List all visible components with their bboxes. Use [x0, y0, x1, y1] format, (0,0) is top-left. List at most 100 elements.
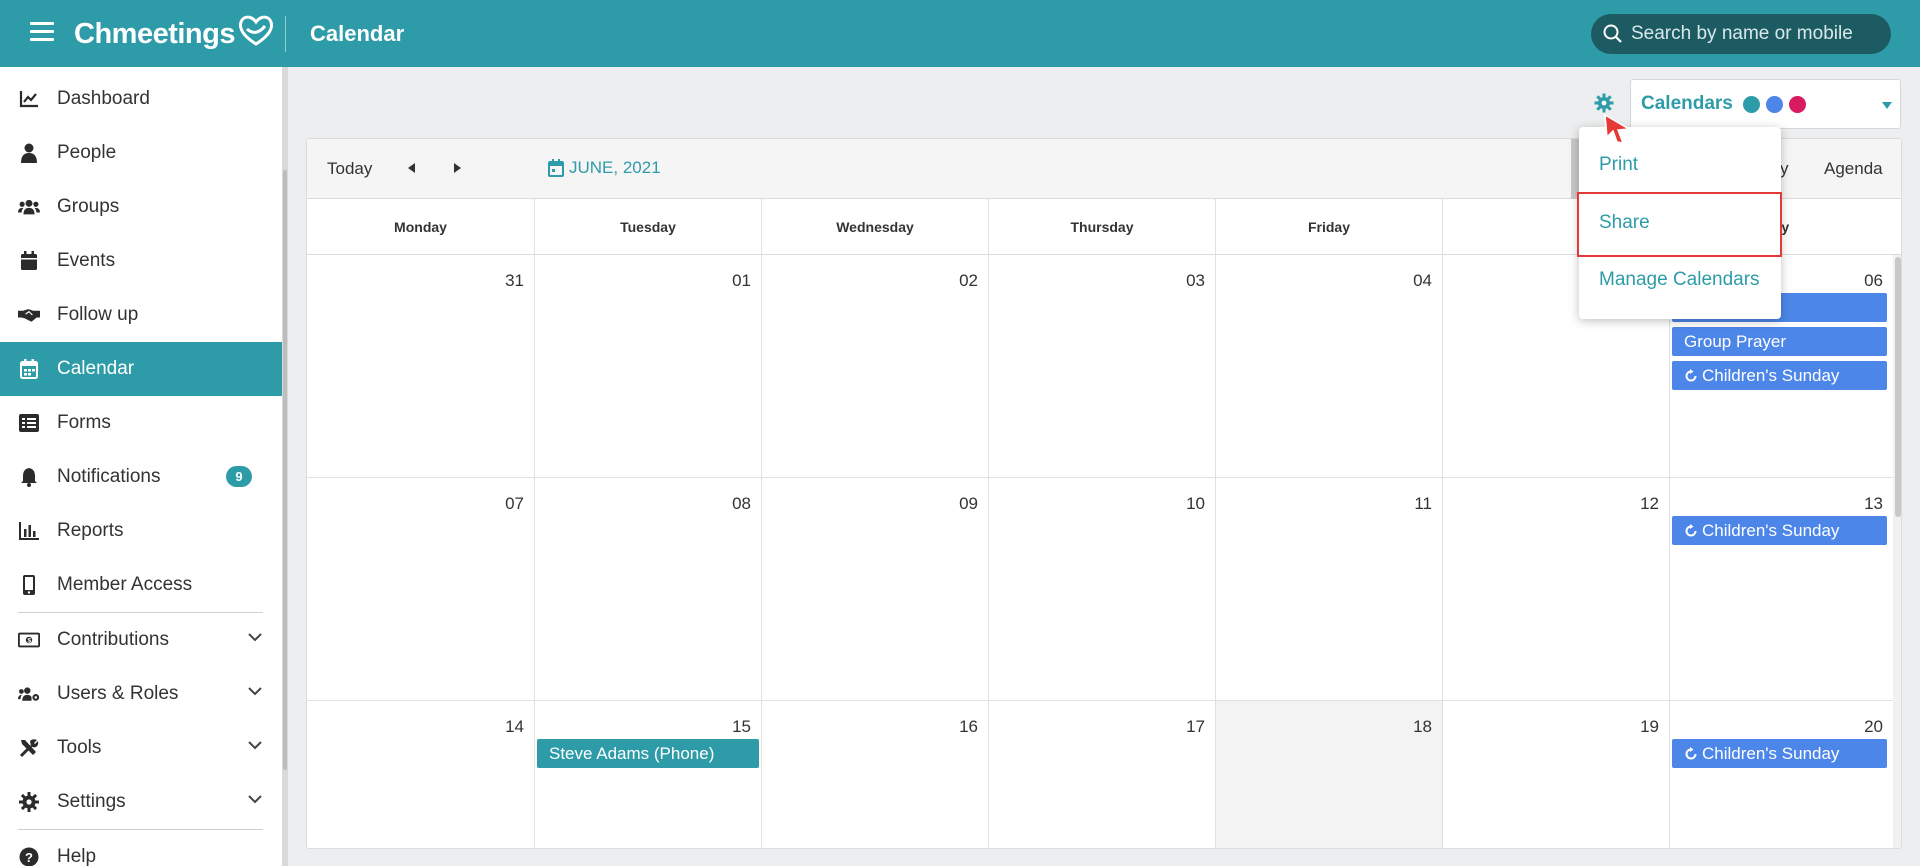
sidebar-item-help[interactable]: ? Help: [0, 830, 282, 866]
calendar-event[interactable]: Steve Adams (Phone): [537, 739, 759, 768]
agenda-view-button[interactable]: Agenda: [1824, 159, 1883, 179]
calendar-color-dot: [1742, 95, 1760, 113]
day-cell[interactable]: 14: [307, 701, 534, 848]
sidebar-item-calendar[interactable]: Calendar: [0, 342, 282, 396]
day-cell[interactable]: 15 Steve Adams (Phone): [534, 701, 761, 848]
users-cog-icon: [18, 683, 40, 705]
calendar-color-dots: [1737, 95, 1806, 113]
weekday-header: Friday: [1215, 199, 1442, 255]
day-cell[interactable]: 01: [534, 255, 761, 478]
day-cell[interactable]: 07: [307, 478, 534, 701]
brand-logo[interactable]: Chmeetings: [74, 15, 275, 52]
calendar-event[interactable]: Children's Sunday: [1672, 516, 1887, 545]
sidebar-item-label: Contributions: [57, 629, 169, 650]
person-icon: [18, 142, 40, 164]
previous-arrow-icon[interactable]: [408, 163, 416, 173]
day-number: 11: [1414, 494, 1432, 513]
sidebar-item-groups[interactable]: Groups: [0, 180, 282, 234]
page-title: Calendar: [310, 21, 405, 46]
day-cell[interactable]: 03: [988, 255, 1215, 478]
event-title: Children's Sunday: [1702, 743, 1840, 763]
sidebar-item-label: Follow up: [57, 304, 139, 325]
chevron-down-icon: [248, 795, 262, 804]
hamburger-menu-icon[interactable]: [30, 22, 54, 42]
day-cell[interactable]: 16: [761, 701, 988, 848]
calendar-icon: [548, 159, 564, 177]
weekday-header: Tuesday: [534, 199, 761, 255]
chevron-down-icon: [248, 741, 262, 750]
next-arrow-icon[interactable]: [453, 163, 461, 173]
sidebar-item-follow-up[interactable]: Follow up: [0, 288, 282, 342]
calendar-settings-gear-icon[interactable]: [1594, 93, 1614, 113]
day-number: 17: [1186, 717, 1205, 736]
day-number: 31: [505, 271, 524, 290]
event-title: Group Prayer: [1684, 331, 1787, 351]
day-cell[interactable]: 20 Children's Sunday: [1669, 701, 1893, 848]
sidebar-item-label: Member Access: [57, 574, 193, 595]
day-cell[interactable]: 09: [761, 478, 988, 701]
notification-count-badge: 9: [226, 466, 252, 487]
sidebar-item-member-access[interactable]: Member Access: [0, 558, 282, 612]
view-button-partial[interactable]: y: [1780, 159, 1789, 179]
sidebar-item-events[interactable]: Events: [0, 234, 282, 288]
day-cell[interactable]: 02: [761, 255, 988, 478]
calendar-event[interactable]: Group Prayer: [1672, 327, 1887, 356]
day-cell[interactable]: 11: [1215, 478, 1442, 701]
sidebar-item-label: People: [57, 142, 117, 163]
menu-item-manage-calendars[interactable]: Manage Calendars: [1599, 269, 1760, 291]
sidebar-item-users-roles[interactable]: Users & Roles: [0, 667, 282, 721]
calendar-scrollbar-thumb[interactable]: [1895, 257, 1901, 517]
handshake-icon: [18, 304, 40, 326]
sidebar-item-settings[interactable]: Settings: [0, 775, 282, 829]
heart-chat-icon: [238, 15, 273, 46]
month-grid: 31 01 02 03 04 06 Group Prayer Children's Sunda…: [307, 255, 1901, 848]
day-cell[interactable]: 17: [988, 701, 1215, 848]
calendar-event[interactable]: Children's Sunday: [1672, 739, 1887, 768]
day-number: 09: [959, 494, 978, 513]
gear-icon: [18, 791, 40, 813]
day-cell[interactable]: 31: [307, 255, 534, 478]
day-cell[interactable]: 08: [534, 478, 761, 701]
day-number: 01: [732, 271, 751, 290]
mobile-icon: [18, 574, 40, 596]
recurring-icon: [1685, 523, 1697, 536]
search-box[interactable]: [1591, 14, 1891, 54]
day-number: 13: [1864, 494, 1883, 513]
sidebar-item-notifications[interactable]: Notifications 9: [0, 450, 282, 504]
day-cell[interactable]: 18: [1215, 701, 1442, 848]
sidebar-item-label: Users & Roles: [57, 683, 179, 704]
day-cell[interactable]: 12: [1442, 478, 1669, 701]
chevron-down-icon: [248, 687, 262, 696]
sidebar-item-label: Events: [57, 250, 116, 271]
month-picker[interactable]: JUNE, 2021: [548, 158, 661, 178]
day-cell[interactable]: 04: [1215, 255, 1442, 478]
weekday-header: Monday: [394, 219, 447, 235]
day-number: 16: [959, 717, 978, 736]
menu-item-print[interactable]: Print: [1599, 154, 1638, 176]
brand-name: Chmeetings: [74, 17, 235, 50]
calendar-event[interactable]: Children's Sunday: [1672, 361, 1887, 390]
day-number: 10: [1186, 494, 1205, 513]
calendars-selector[interactable]: Calendars: [1630, 79, 1901, 129]
svg-text:$: $: [27, 637, 31, 644]
sidebar-item-dashboard[interactable]: Dashboard: [0, 72, 282, 126]
day-cell[interactable]: 13 Children's Sunday: [1669, 478, 1893, 701]
event-title: Steve Adams (Phone): [549, 743, 715, 763]
day-number: 07: [505, 494, 524, 513]
today-button[interactable]: Today: [327, 159, 372, 179]
sidebar-scrollbar-thumb[interactable]: [283, 170, 287, 770]
sidebar-item-reports[interactable]: Reports: [0, 504, 282, 558]
sidebar-item-forms[interactable]: Forms: [0, 396, 282, 450]
sidebar-item-contributions[interactable]: $ Contributions: [0, 613, 282, 667]
calendar-color-dot: [1788, 95, 1806, 113]
sidebar-item-tools[interactable]: Tools: [0, 721, 282, 775]
sidebar-item-people[interactable]: People: [0, 126, 282, 180]
calendar-color-dot: [1765, 95, 1783, 113]
list-icon: [18, 412, 40, 434]
day-number: 18: [1413, 717, 1432, 736]
search-input[interactable]: [1631, 23, 1871, 45]
day-number: 14: [505, 717, 524, 736]
day-cell[interactable]: 10: [988, 478, 1215, 701]
calendar-grid-icon: [18, 358, 40, 380]
day-cell[interactable]: 19: [1442, 701, 1669, 848]
